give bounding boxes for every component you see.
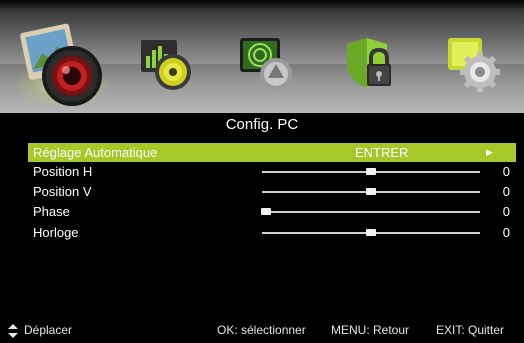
move-hint: Déplacer	[24, 323, 73, 337]
menu-row-label: Réglage Automatique	[33, 145, 158, 160]
right-arrow-icon: ▶	[486, 147, 493, 157]
menu-row-auto-adjust[interactable]: Réglage Automatique ENTRER ▶	[28, 143, 516, 162]
slider-knob[interactable]	[366, 188, 376, 195]
updown-arrows-icon	[8, 318, 18, 343]
clock-value: 0	[502, 225, 510, 240]
channel-icon[interactable]	[238, 34, 300, 96]
position-v-slider[interactable]	[262, 188, 480, 195]
phase-value: 0	[502, 204, 510, 219]
slider-knob[interactable]	[366, 229, 376, 236]
position-h-value: 0	[502, 164, 510, 179]
position-v-value: 0	[502, 184, 510, 199]
menu-row-clock[interactable]: Horloge 0	[28, 223, 516, 242]
menu-row-label: Phase	[33, 204, 70, 219]
setup-gear-icon[interactable]	[442, 34, 504, 96]
clock-slider[interactable]	[262, 229, 480, 236]
menu-row-label: Horloge	[33, 225, 79, 240]
phase-slider[interactable]	[261, 208, 480, 215]
enter-value: ENTRER	[355, 145, 409, 160]
menu-row-position-h[interactable]: Position H 0	[28, 162, 516, 181]
sound-icon[interactable]	[137, 34, 199, 96]
lock-icon[interactable]	[341, 34, 403, 96]
footer-hints: Déplacer OK: sélectionner MENU: Retour E…	[0, 318, 524, 343]
picture-icon[interactable]	[18, 18, 110, 110]
position-h-slider[interactable]	[262, 168, 480, 175]
menu-title: Config. PC	[225, 116, 299, 133]
slider-knob[interactable]	[261, 208, 272, 215]
ok-hint: OK: sélectionner	[217, 323, 306, 337]
menu-row-label: Position V	[33, 184, 92, 199]
menu-row-phase[interactable]: Phase 0	[28, 202, 516, 221]
menu-row-position-v[interactable]: Position V 0	[28, 182, 516, 201]
exit-hint: EXIT: Quitter	[436, 323, 505, 337]
menu-hint: MENU: Retour	[331, 323, 410, 337]
slider-knob[interactable]	[366, 168, 376, 175]
menu-row-label: Position H	[33, 164, 93, 179]
menu-icon-bar	[0, 0, 524, 113]
